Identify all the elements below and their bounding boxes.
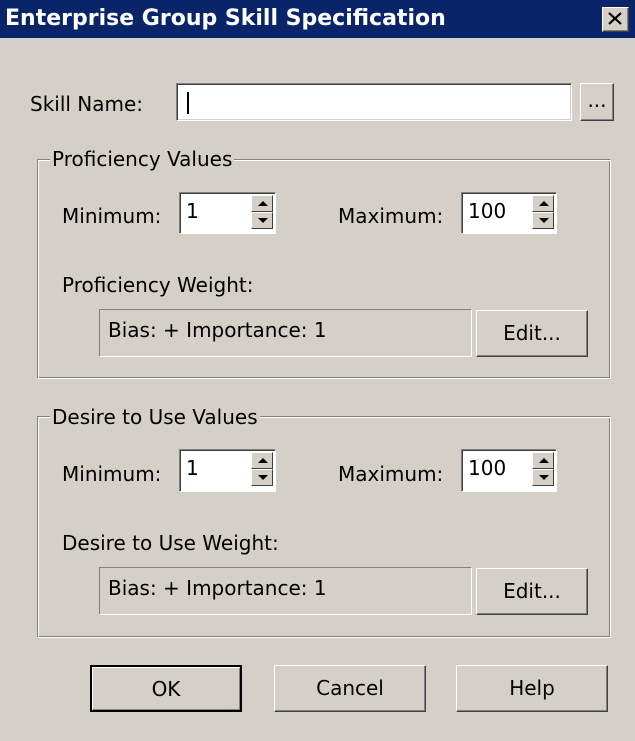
proficiency-maximum-label: Maximum: (338, 204, 444, 228)
proficiency-minimum-spinner[interactable]: 1 (179, 192, 276, 234)
browse-button-label: ... (587, 88, 607, 112)
proficiency-minimum-down-button[interactable] (251, 212, 273, 229)
desire-edit-button[interactable]: Edit... (476, 568, 588, 615)
desire-maximum-up-button[interactable] (532, 452, 554, 469)
spin-down-icon (258, 475, 268, 480)
proficiency-edit-button[interactable]: Edit... (476, 310, 588, 357)
proficiency-minimum-value[interactable]: 1 (186, 199, 199, 223)
desire-maximum-spinner[interactable]: 100 (461, 449, 557, 492)
ok-button-label: OK (151, 677, 181, 701)
cancel-button[interactable]: Cancel (274, 665, 426, 712)
browse-skill-button[interactable]: ... (580, 83, 614, 121)
desire-minimum-up-button[interactable] (251, 452, 273, 469)
desire-maximum-label: Maximum: (338, 462, 444, 486)
text-caret (187, 92, 189, 114)
desire-maximum-value[interactable]: 100 (468, 456, 506, 480)
desire-edit-label: Edit... (503, 579, 561, 603)
proficiency-minimum-up-button[interactable] (251, 195, 273, 212)
spin-down-icon (258, 218, 268, 223)
proficiency-values-legend: Proficiency Values (50, 147, 235, 171)
proficiency-maximum-spinner[interactable]: 100 (461, 192, 557, 234)
desire-minimum-down-button[interactable] (251, 469, 273, 486)
skill-name-input[interactable] (181, 88, 565, 116)
desire-weight-display: Bias: + Importance: 1 (99, 567, 472, 615)
spin-up-icon (539, 458, 549, 463)
desire-minimum-label: Minimum: (62, 462, 162, 486)
proficiency-weight-display: Bias: + Importance: 1 (99, 309, 472, 357)
desire-minimum-value[interactable]: 1 (186, 456, 199, 480)
spin-up-icon (258, 201, 268, 206)
spin-up-icon (258, 458, 268, 463)
close-button[interactable] (602, 7, 629, 32)
help-button[interactable]: Help (456, 665, 608, 712)
desire-maximum-down-button[interactable] (532, 469, 554, 486)
desire-values-legend: Desire to Use Values (50, 405, 260, 429)
ok-button[interactable]: OK (90, 665, 242, 712)
skill-name-label: Skill Name: (30, 92, 144, 116)
spin-down-icon (539, 218, 549, 223)
proficiency-minimum-label: Minimum: (62, 204, 162, 228)
close-icon (608, 12, 622, 25)
proficiency-maximum-down-button[interactable] (532, 212, 554, 229)
skill-name-field[interactable] (176, 83, 572, 121)
help-button-label: Help (509, 676, 555, 700)
proficiency-weight-label: Proficiency Weight: (62, 273, 254, 297)
proficiency-maximum-value[interactable]: 100 (468, 199, 506, 223)
proficiency-maximum-up-button[interactable] (532, 195, 554, 212)
desire-minimum-spinner[interactable]: 1 (179, 449, 276, 492)
desire-weight-text: Bias: + Importance: 1 (108, 576, 327, 600)
spin-up-icon (539, 201, 549, 206)
proficiency-edit-label: Edit... (503, 321, 561, 345)
proficiency-weight-text: Bias: + Importance: 1 (108, 318, 327, 342)
window-title: Enterprise Group Skill Specification (5, 6, 446, 31)
desire-weight-label: Desire to Use Weight: (62, 531, 279, 555)
spin-down-icon (539, 475, 549, 480)
title-bar: Enterprise Group Skill Specification (0, 0, 635, 38)
cancel-button-label: Cancel (316, 676, 384, 700)
